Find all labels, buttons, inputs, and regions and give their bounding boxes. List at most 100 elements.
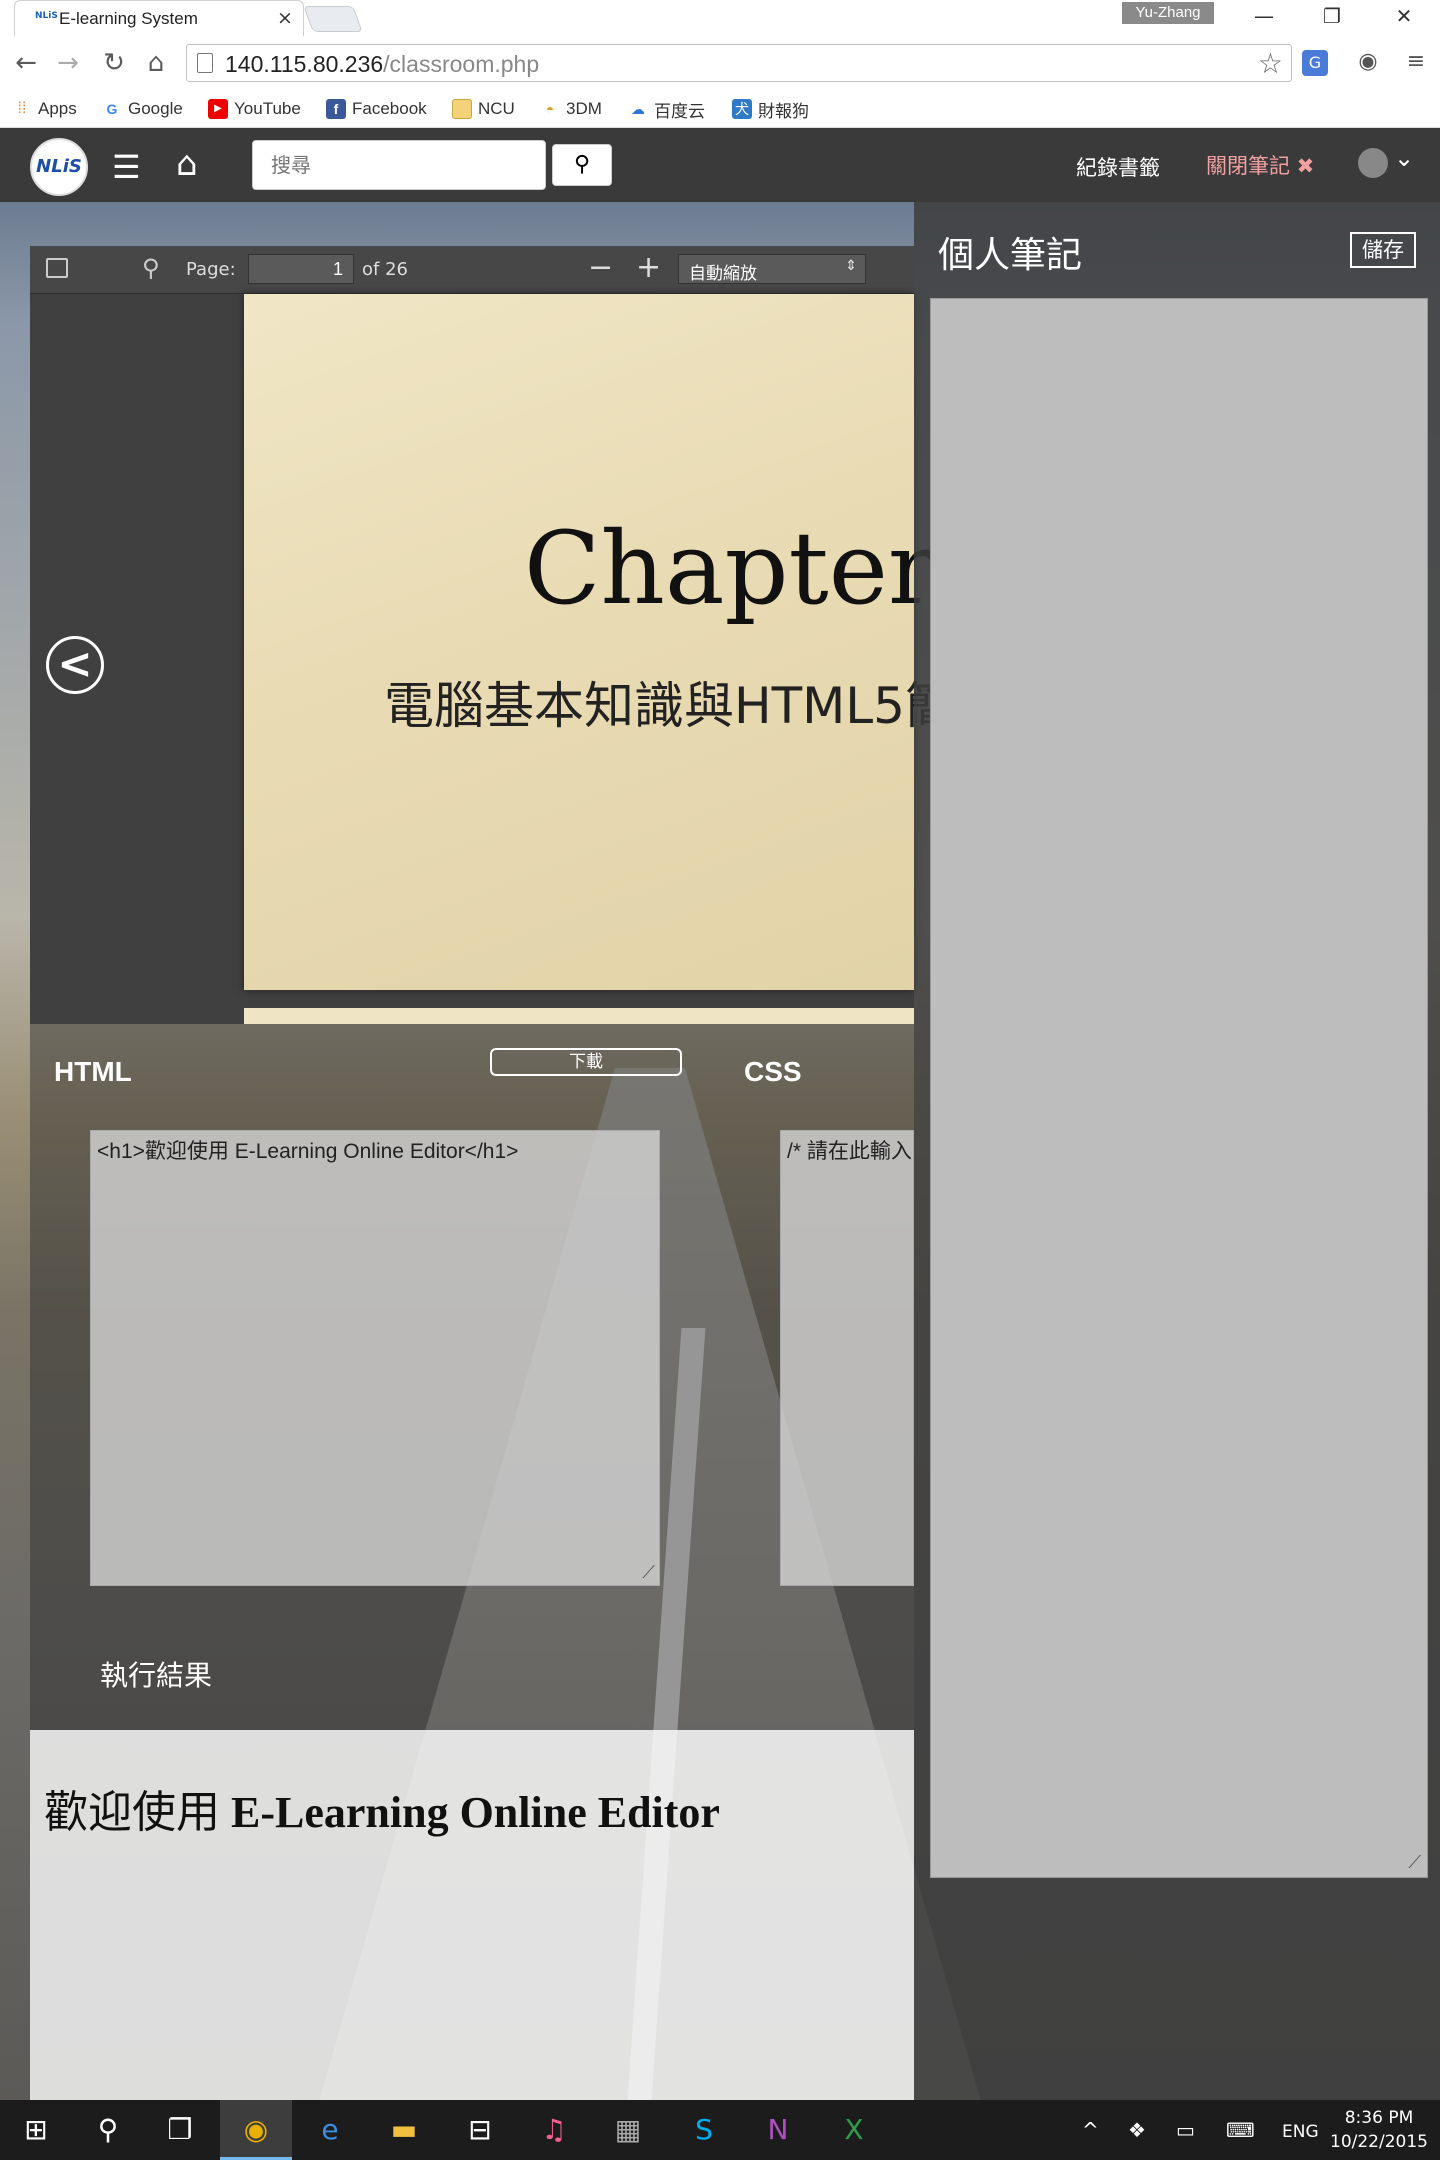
zoom-select[interactable]: 自動縮放 ⇕ xyxy=(678,254,866,284)
site-logo[interactable]: NLiS xyxy=(30,138,88,196)
bookmark-caibaogou[interactable]: 犬財報狗 xyxy=(732,94,809,124)
zoom-value: 自動縮放 xyxy=(689,264,757,284)
new-tab-button[interactable] xyxy=(303,6,363,32)
skype-icon[interactable]: S xyxy=(668,2100,740,2160)
bookmark-label: 百度云 xyxy=(654,101,705,121)
save-notes-button[interactable]: 儲存 xyxy=(1350,232,1416,268)
bookmark-label: YouTube xyxy=(234,99,301,118)
excel-icon[interactable]: X xyxy=(818,2100,890,2160)
search-icon[interactable]: ⚲ xyxy=(72,2100,144,2160)
back-icon[interactable]: ← xyxy=(10,48,42,78)
chrome-menu-icon[interactable]: ≡ xyxy=(1400,46,1432,78)
bookmark-apps[interactable]: ⁞⁞ Apps xyxy=(12,94,77,124)
result-heading-cn: 歡迎使用 xyxy=(44,1788,231,1837)
close-notes-button[interactable]: 關閉筆記 ✖ xyxy=(1206,150,1314,180)
window-close-icon[interactable]: ✕ xyxy=(1384,4,1424,28)
translate-extension-icon[interactable]: G xyxy=(1302,50,1328,76)
app-icon[interactable]: ▦ xyxy=(592,2100,664,2160)
bookmark-baidu-cloud[interactable]: ☁ 百度云 xyxy=(628,94,705,124)
bookmark-label: Apps xyxy=(38,99,77,118)
home-icon[interactable]: ⌂ xyxy=(176,144,198,184)
page-number-input[interactable] xyxy=(248,254,354,284)
tab-title: E-learning System xyxy=(59,9,198,28)
bookmark-google[interactable]: G Google xyxy=(102,94,183,124)
bookmark-youtube[interactable]: ▶ YouTube xyxy=(208,94,301,124)
html-code-textarea[interactable]: <h1>歡迎使用 E-Learning Online Editor</h1> ⟋ xyxy=(90,1130,660,1586)
store-icon[interactable]: ⊟ xyxy=(444,2100,516,2160)
address-bar[interactable]: 140.115.80.236/classroom.php ☆ xyxy=(186,44,1292,82)
notes-textarea[interactable]: ⟋ xyxy=(930,298,1428,1878)
chevron-down-icon[interactable]: ⌄ xyxy=(1394,144,1414,172)
browser-toolbar: ← → ↻ ⌂ 140.115.80.236/classroom.php ☆ G… xyxy=(0,36,1440,90)
zoom-out-button[interactable]: − xyxy=(588,250,613,285)
slide-subtitle: 電腦基本知識與HTML5簡介 xyxy=(384,677,1005,735)
bookmark-facebook[interactable]: f Facebook xyxy=(326,94,427,124)
search-button[interactable]: ⚲ xyxy=(552,144,612,186)
dropbox-icon[interactable]: ❖ xyxy=(1128,2118,1146,2142)
baidu-cloud-icon: ☁ xyxy=(631,101,645,117)
chrome-icon[interactable]: ◉ xyxy=(220,2100,292,2160)
online-editor: HTML 下載 CSS <h1>歡迎使用 E-Learning Online E… xyxy=(30,1024,914,1730)
pdf-viewer: ⚲ Page: of 26 − + 自動縮放 ⇕ Chapter 0 電腦基本知識… xyxy=(30,246,1031,1024)
bookmark-3dm[interactable]: ◓ 3DM xyxy=(540,94,602,124)
forward-icon[interactable]: → xyxy=(52,48,84,78)
dog-icon: 犬 xyxy=(732,99,752,119)
tab-close-icon[interactable]: × xyxy=(277,7,293,29)
bookmark-label: Facebook xyxy=(352,99,427,118)
edge-icon[interactable]: e xyxy=(294,2100,366,2160)
tray-expand-icon[interactable]: ^ xyxy=(1082,2118,1099,2142)
folder-icon xyxy=(452,99,472,119)
resize-grip-icon[interactable]: ⟋ xyxy=(1408,1852,1421,1873)
browser-tab[interactable]: NLiS E-learning System × xyxy=(14,0,304,36)
bookmark-label: NCU xyxy=(478,99,515,118)
result-heading: 歡迎使用 E-Learning Online Editor xyxy=(44,1776,720,1840)
language-indicator[interactable]: ENG xyxy=(1282,2122,1319,2142)
bookmark-ncu[interactable]: NCU xyxy=(452,94,515,124)
personal-notes-panel: 個人筆記 儲存 ⟋ xyxy=(914,202,1440,2100)
minimize-icon[interactable]: — xyxy=(1244,4,1284,28)
bookmark-star-icon[interactable]: ☆ xyxy=(1258,47,1283,80)
facebook-icon: f xyxy=(326,99,346,119)
search-input[interactable] xyxy=(252,140,546,190)
url-text[interactable]: 140.115.80.236/classroom.php xyxy=(225,51,539,78)
itunes-icon[interactable]: ♫ xyxy=(518,2100,590,2160)
hamburger-menu-icon[interactable]: ☰ xyxy=(112,148,141,186)
pdf-page: Chapter 0 電腦基本知識與HTML5簡介 xyxy=(244,294,1031,990)
clock-time: 8:36 PM xyxy=(1344,2108,1414,2128)
page-icon xyxy=(197,53,213,73)
record-bookmark-button[interactable]: 紀錄書籤 xyxy=(1076,152,1160,182)
notifications-icon[interactable]: ▭ xyxy=(1176,2118,1195,2142)
page-total: of 26 xyxy=(362,259,408,280)
zoom-in-button[interactable]: + xyxy=(636,250,661,285)
file-explorer-icon[interactable]: ▬ xyxy=(368,2100,440,2160)
pdf-toolbar: ⚲ Page: of 26 − + 自動縮放 ⇕ xyxy=(30,246,914,294)
bookmark-label: 3DM xyxy=(566,99,602,118)
html-code-text: <h1>歡迎使用 E-Learning Online Editor</h1> xyxy=(97,1140,519,1163)
reload-icon[interactable]: ↻ xyxy=(98,48,130,78)
bookmarks-bar: ⁞⁞ Apps G Google ▶ YouTube f Facebook NCU ◓ 3… xyxy=(0,90,1440,128)
windows-start-icon[interactable]: ⊞ xyxy=(0,2100,72,2160)
site-navbar: NLiS ☰ ⌂ ⚲ 紀錄書籤 關閉筆記 ✖ ⌄ xyxy=(0,128,1440,202)
css-code-textarea[interactable]: /* 請在此輸入 CSS */ xyxy=(780,1130,914,1586)
task-view-icon[interactable]: ❐ xyxy=(144,2100,216,2160)
download-button[interactable]: 下載 xyxy=(490,1048,682,1076)
onenote-icon[interactable]: N xyxy=(742,2100,814,2160)
google-icon: G xyxy=(106,101,118,117)
keyboard-icon[interactable]: ⌨ xyxy=(1226,2118,1255,2142)
css-label: CSS xyxy=(744,1056,802,1087)
user-avatar[interactable] xyxy=(1358,148,1388,178)
resize-grip-icon[interactable]: ⟋ xyxy=(642,1562,655,1583)
extension-icon[interactable]: ◉ xyxy=(1352,46,1384,78)
system-clock[interactable]: 8:36 PM 10/22/2015 xyxy=(1330,2106,1428,2154)
css-code-text: /* 請在此輸入 CSS */ xyxy=(787,1140,913,1163)
notes-title: 個人筆記 xyxy=(938,235,1083,276)
windows-taskbar: ⊞ ⚲ ❐ ◉ e ▬ ⊟ ♫ ▦ S N X ^ ❖ ▭ ⌨ ENG 8:36… xyxy=(0,2100,1440,2160)
search-icon[interactable]: ⚲ xyxy=(142,254,160,282)
restore-icon[interactable]: ❐ xyxy=(1312,4,1352,28)
result-heading-en: E-Learning Online Editor xyxy=(231,1788,720,1837)
profile-badge[interactable]: Yu-Zhang xyxy=(1122,2,1214,24)
sidebar-toggle-icon[interactable] xyxy=(46,258,68,278)
site-favicon-icon: NLiS xyxy=(35,11,58,21)
previous-slide-icon[interactable]: < xyxy=(46,636,104,694)
home-icon[interactable]: ⌂ xyxy=(140,48,172,78)
